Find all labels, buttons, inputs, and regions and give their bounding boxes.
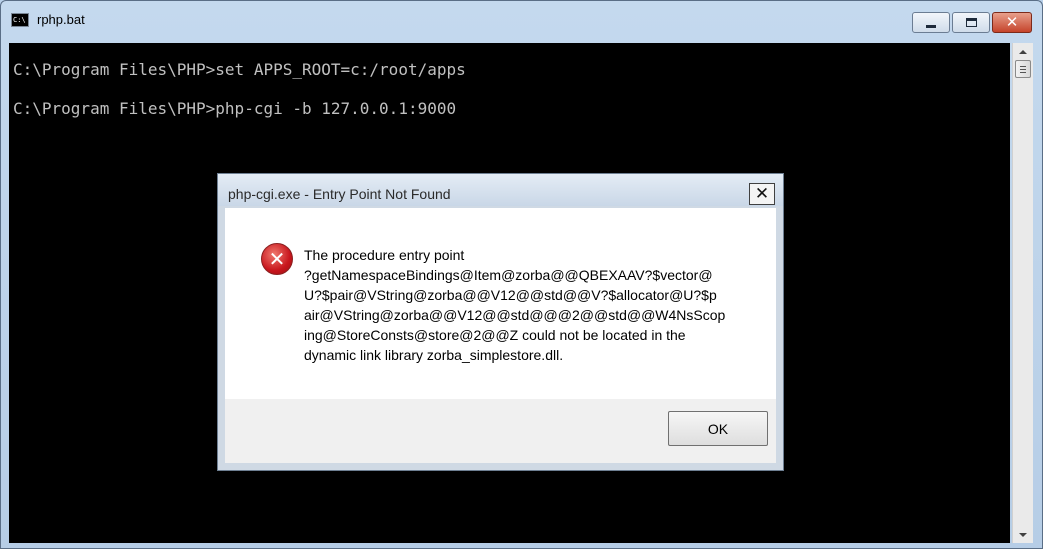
message-line: ?getNamespaceBindings@Item@zorba@@QBEXAA… [304,267,713,283]
error-message: The procedure entry point ?getNamespaceB… [304,245,744,365]
message-line: air@VString@zorba@@V12@@std@@@2@@std@@W4… [304,307,726,323]
arrow-down-icon [1019,532,1027,537]
dialog-close-button[interactable]: ✕ [749,183,775,205]
vertical-scrollbar[interactable] [1012,43,1033,543]
scroll-thumb[interactable] [1015,60,1031,78]
window-title: rphp.bat [37,12,85,27]
dialog-body: ✕ The procedure entry point ?getNamespac… [225,208,776,399]
minimize-icon [926,24,936,28]
console-line: C:\Program Files\PHP>set APPS_ROOT=c:/ro… [13,60,466,79]
console-line: C:\Program Files\PHP>php-cgi -b 127.0.0.… [13,99,457,118]
maximize-icon [965,18,977,27]
message-line: dynamic link library zorba_simplestore.d… [304,347,564,363]
title-bar[interactable]: rphp.bat ✕ [1,1,1042,43]
dialog-title-bar[interactable]: php-cgi.exe - Entry Point Not Found ✕ [218,174,783,206]
scroll-up-button[interactable] [1013,43,1033,60]
scroll-down-button[interactable] [1013,526,1033,543]
close-icon: ✕ [1005,13,1019,31]
message-line: U?$pair@VString@zorba@@V12@@std@@V?$allo… [304,287,717,303]
close-icon: ✕ [754,184,770,204]
maximize-button[interactable] [952,12,990,33]
arrow-up-icon [1019,49,1027,54]
error-icon: ✕ [261,243,293,275]
close-window-button[interactable]: ✕ [992,12,1032,33]
message-line: The procedure entry point [304,247,465,263]
ok-button[interactable]: OK [668,411,768,446]
message-line: ing@StoreConsts@store@2@@Z could not be … [304,327,686,343]
dialog-footer: OK [225,399,776,463]
console-icon[interactable] [11,13,29,27]
error-dialog: php-cgi.exe - Entry Point Not Found ✕ ✕ … [217,173,784,471]
minimize-button[interactable] [912,12,950,33]
dialog-title: php-cgi.exe - Entry Point Not Found [228,186,451,202]
